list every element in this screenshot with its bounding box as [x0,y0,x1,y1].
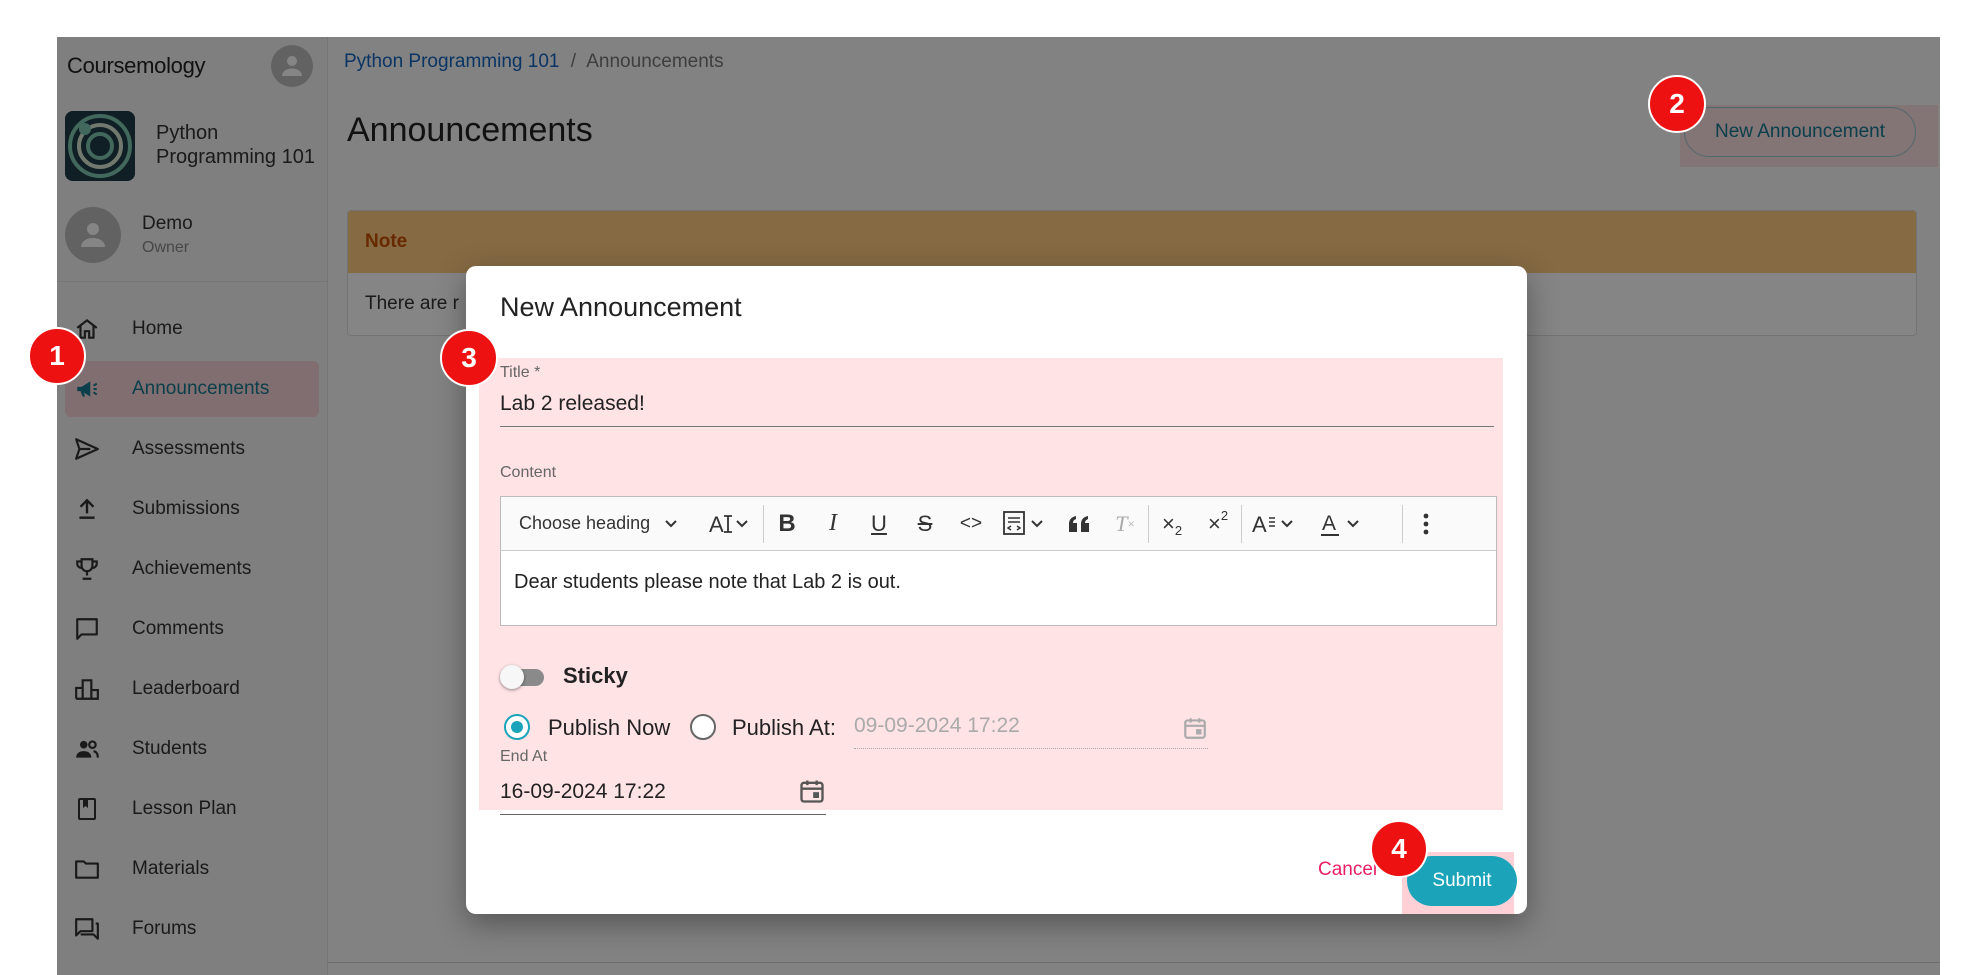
blockquote-icon[interactable] [1056,497,1102,550]
svg-text:A: A [1322,512,1336,535]
heading-select-label: Choose heading [519,513,651,533]
content-label: Content [500,464,557,481]
underline-icon[interactable]: U [856,497,902,550]
title-label: Title * [500,364,541,381]
publish-at-radio[interactable] [690,714,716,740]
calendar-icon[interactable] [1182,714,1208,748]
chevron-down-icon [665,519,677,527]
editor-toolbar: Choose heading A B I U S <> T× ×2 ×2 [501,497,1496,551]
publish-at-label: Publish At: [732,715,836,740]
publish-now-radio[interactable] [504,714,530,740]
step-marker-4: 4 [1370,820,1428,878]
text-style-icon[interactable]: A [1242,497,1308,550]
svg-text:A: A [709,512,724,536]
publish-at-input[interactable]: 09-09-2024 17:22 [854,714,1208,749]
calendar-icon[interactable] [798,776,826,812]
end-at-value: 16-09-2024 17:22 [500,780,666,803]
end-at-label: End At [500,748,548,765]
code-block-icon[interactable] [994,497,1056,550]
rich-text-editor: Choose heading A B I U S <> T× ×2 ×2 [500,496,1497,626]
toggle-thumb [500,665,524,689]
superscript-icon[interactable]: × 2 [1195,497,1241,550]
font-size-icon[interactable]: A [701,497,763,550]
clear-format-icon[interactable]: T × [1102,497,1148,550]
bold-icon[interactable]: B [764,497,810,550]
subscript-icon[interactable]: × 2 [1149,497,1195,550]
end-at-input[interactable]: 16-09-2024 17:22 [500,780,826,815]
step-marker-1: 1 [28,327,86,385]
step-marker-2: 2 [1648,75,1706,133]
new-announcement-dialog: New Announcement Title * Lab 2 released!… [466,266,1527,914]
dialog-title: New Announcement [500,292,742,322]
title-input[interactable]: Lab 2 released! [500,392,1494,427]
publish-at-value: 09-09-2024 17:22 [854,714,1020,737]
italic-icon[interactable]: I [810,497,856,550]
editor-content[interactable]: Dear students please note that Lab 2 is … [514,571,901,594]
publish-now-label: Publish Now [548,715,671,740]
more-options-icon[interactable] [1403,497,1449,550]
strikethrough-icon[interactable]: S [902,497,948,550]
code-icon[interactable]: <> [948,497,994,550]
svg-text:A: A [1252,512,1267,537]
step-marker-3: 3 [440,329,498,387]
font-color-icon[interactable]: A [1308,497,1378,550]
sticky-label: Sticky [563,663,628,688]
sticky-toggle[interactable] [500,662,546,692]
heading-select[interactable]: Choose heading [501,497,701,550]
